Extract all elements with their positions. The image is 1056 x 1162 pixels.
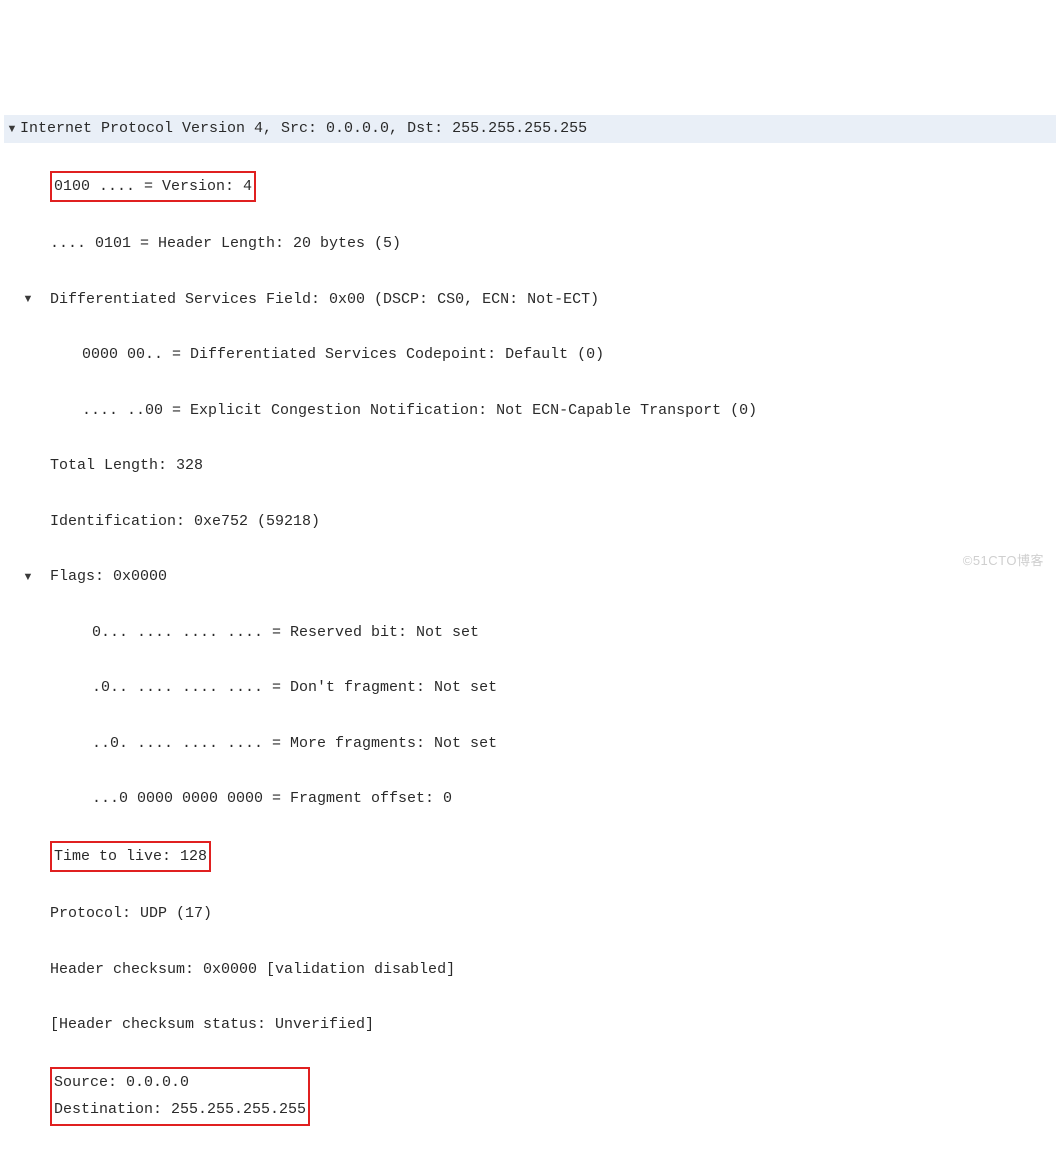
row-flag-more-fragments[interactable]: ..0. .... .... .... = More fragments: No… bbox=[4, 730, 1056, 758]
checksum-status-text: [Header checksum status: Unverified] bbox=[50, 1011, 374, 1039]
flag-dont-fragment-text: .0.. .... .... .... = Don't fragment: No… bbox=[92, 674, 497, 702]
identification-text: Identification: 0xe752 (59218) bbox=[50, 508, 320, 536]
version-text: 0100 .... = Version: 4 bbox=[50, 171, 256, 203]
ttl-text: Time to live: 128 bbox=[50, 841, 211, 873]
row-version[interactable]: 0100 .... = Version: 4 bbox=[4, 171, 1056, 203]
ecn-text: .... ..00 = Explicit Congestion Notifica… bbox=[82, 397, 757, 425]
watermark-text: ©51CTO博客 bbox=[963, 549, 1044, 573]
chevron-down-icon[interactable]: ▼ bbox=[20, 567, 36, 587]
row-ecn[interactable]: .... ..00 = Explicit Congestion Notifica… bbox=[4, 397, 1056, 425]
row-ttl[interactable]: Time to live: 128 bbox=[4, 841, 1056, 873]
flag-more-fragments-text: ..0. .... .... .... = More fragments: No… bbox=[92, 730, 497, 758]
row-flag-dont-fragment[interactable]: .0.. .... .... .... = Don't fragment: No… bbox=[4, 674, 1056, 702]
row-flags[interactable]: ▼ Flags: 0x0000 bbox=[4, 563, 1056, 591]
flag-reserved-text: 0... .... .... .... = Reserved bit: Not … bbox=[92, 619, 479, 647]
diff-services-text: Differentiated Services Field: 0x00 (DSC… bbox=[50, 286, 599, 314]
total-length-text: Total Length: 328 bbox=[50, 452, 203, 480]
row-checksum[interactable]: Header checksum: 0x0000 [validation disa… bbox=[4, 956, 1056, 984]
flags-text: Flags: 0x0000 bbox=[50, 563, 167, 591]
ip-header-text: Internet Protocol Version 4, Src: 0.0.0.… bbox=[20, 115, 587, 143]
row-header-length[interactable]: .... 0101 = Header Length: 20 bytes (5) bbox=[4, 230, 1056, 258]
source-text: Source: 0.0.0.0 bbox=[54, 1069, 189, 1097]
checksum-text: Header checksum: 0x0000 [validation disa… bbox=[50, 956, 455, 984]
row-dscp[interactable]: 0000 00.. = Differentiated Services Code… bbox=[4, 341, 1056, 369]
row-protocol[interactable]: Protocol: UDP (17) bbox=[4, 900, 1056, 928]
row-flag-reserved[interactable]: 0... .... .... .... = Reserved bit: Not … bbox=[4, 619, 1056, 647]
row-checksum-status[interactable]: [Header checksum status: Unverified] bbox=[4, 1011, 1056, 1039]
row-fragment-offset[interactable]: ...0 0000 0000 0000 = Fragment offset: 0 bbox=[4, 785, 1056, 813]
fragment-offset-text: ...0 0000 0000 0000 = Fragment offset: 0 bbox=[92, 785, 452, 813]
row-source-dest[interactable]: Source: 0.0.0.0Destination: 255.255.255.… bbox=[4, 1067, 1056, 1127]
destination-text: Destination: 255.255.255.255 bbox=[54, 1096, 306, 1124]
row-diff-services[interactable]: ▼ Differentiated Services Field: 0x00 (DS… bbox=[4, 286, 1056, 314]
row-total-length[interactable]: Total Length: 328 bbox=[4, 452, 1056, 480]
header-length-text: .... 0101 = Header Length: 20 bytes (5) bbox=[50, 230, 401, 258]
row-identification[interactable]: Identification: 0xe752 (59218) bbox=[4, 508, 1056, 536]
chevron-down-icon[interactable]: ▼ bbox=[4, 119, 20, 139]
row-ip-header[interactable]: ▼Internet Protocol Version 4, Src: 0.0.0… bbox=[4, 115, 1056, 143]
protocol-text: Protocol: UDP (17) bbox=[50, 900, 212, 928]
dscp-text: 0000 00.. = Differentiated Services Code… bbox=[82, 341, 604, 369]
chevron-down-icon[interactable]: ▼ bbox=[20, 289, 36, 309]
